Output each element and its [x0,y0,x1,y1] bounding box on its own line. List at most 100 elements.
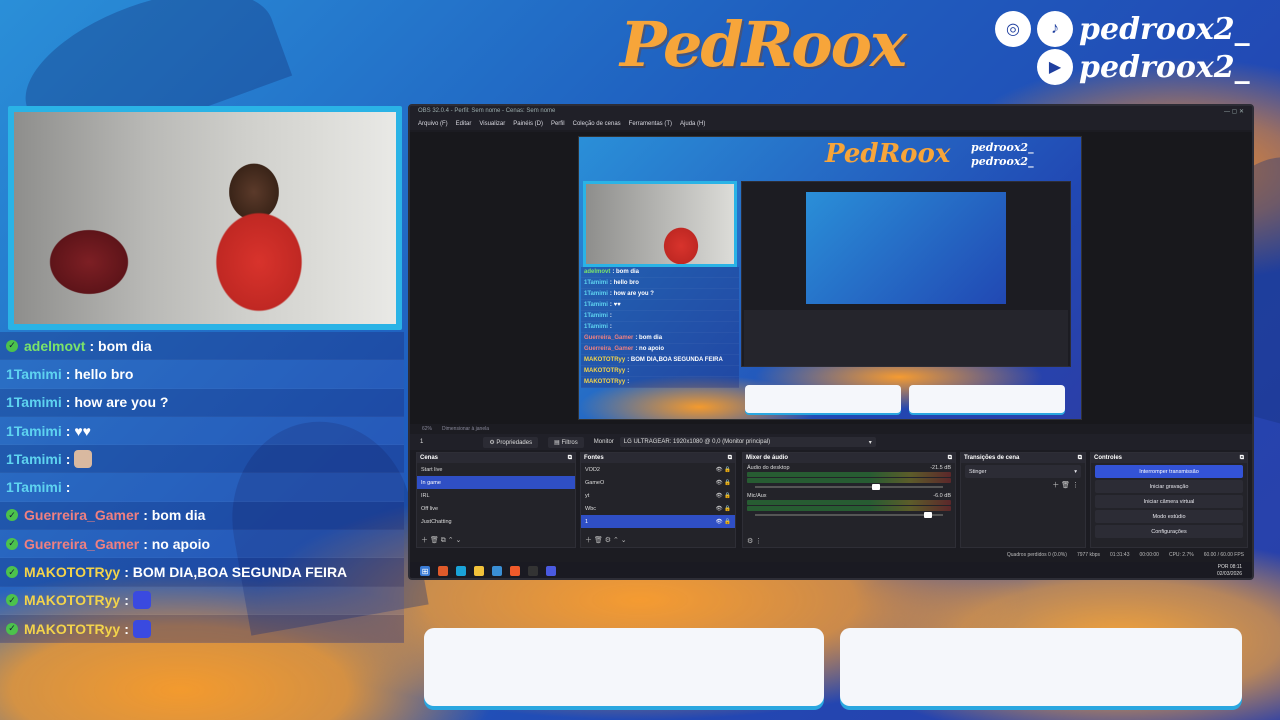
chat-text: : bom dia [143,507,206,524]
source-item[interactable]: GameO 👁 🔒 [581,476,735,489]
preview-chat-message: 1Tamimi: [581,311,739,322]
control-button[interactable]: Interromper transmissão [1095,465,1243,478]
preview-chat-username: 1Tamimi [584,291,608,297]
frames-dropped: Quadros perdidos 0 (0.0%) [1006,552,1067,558]
source-item[interactable]: VOD2 👁 🔒 [581,463,735,476]
zoom-level[interactable]: 62% [422,426,432,432]
obs-icon[interactable] [528,566,538,576]
scenes-toolbar[interactable]: ＋ 🗑 ⧉ ⌃ ⌄ [421,535,461,545]
properties-button[interactable]: ⚙ Propriedades [483,436,539,448]
preview-chat-username: 1Tamimi [584,280,608,286]
preview-chat-message: MAKOTOTRyy: BOM DIA,BOA SEGUNDA FEIRA [581,355,739,366]
verified-badge-icon: ✓ [6,622,18,635]
source-label: GameO [585,479,605,486]
control-button[interactable]: Configurações [1095,525,1243,538]
menu-item[interactable]: Ajuda (H) [680,121,705,127]
visibility-lock-icons[interactable]: 👁 🔒 [716,519,731,525]
instagram-icon: ◎ [995,11,1031,47]
emote-icon [74,449,93,468]
chat-text: : how are you ? [65,394,169,411]
chat-text: : [124,592,129,609]
volume-slider[interactable] [755,512,943,518]
social-row-1: ◎ ♪ pedroox2_ [995,10,1265,48]
visibility-lock-icons[interactable]: 👁 🔒 [716,493,731,499]
dock-menu-icon[interactable]: ⧉ [1240,455,1244,462]
chat-app-icon[interactable] [546,566,556,576]
menu-item[interactable]: Visualizar [479,121,505,127]
scene-item[interactable]: Start live [417,463,575,476]
chat-text: : no apoio [143,535,211,552]
control-button[interactable]: Iniciar gravação [1095,480,1243,493]
chat-message: 1Tamimi: hello bro [0,360,404,389]
volume-slider-knob[interactable] [924,512,933,518]
folder-icon[interactable] [474,566,484,576]
volume-slider-knob[interactable] [871,484,880,490]
visibility-lock-icons[interactable]: 👁 🔒 [716,480,731,486]
menu-item[interactable]: Editar [456,121,472,127]
visibility-lock-icons[interactable]: 👁 🔒 [716,506,731,512]
volume-meter [747,472,951,477]
obs-title: OBS 32.0.4 - Perfil: Sem nome - Cenas: S… [418,108,556,114]
sources-toolbar[interactable]: ＋ 🗑 ⚙ ⌃ ⌄ [585,535,627,545]
chat-username: Guerreira_Gamer [24,535,140,552]
controls-header: Controles ⧉ [1091,453,1247,463]
preview-chat-text: : bom dia [612,269,640,275]
scene-item[interactable]: IRL [417,489,575,502]
edge-icon[interactable] [456,566,466,576]
window-controls[interactable]: — ▢ ✕ [1224,108,1244,116]
dock-menu-icon[interactable]: ⧉ [1078,455,1082,462]
chat-text: : BOM DIA,BOA SEGUNDA FEIRA [124,564,348,581]
preview-chat-message: adelmovt: bom dia [581,267,739,278]
social-handle: pedroox2_ [1079,49,1250,85]
dock-menu-icon[interactable]: ⧉ [728,455,732,462]
controls-dock: Controles ⧉ Interromper transmissão Inicia… [1090,452,1248,548]
store-icon[interactable] [492,566,502,576]
chat-message: ✓ MAKOTOTRyy: [0,586,404,615]
obs-menu-bar: Arquivo (F) Editar Visualizar Painéis (D) Pe… [410,118,1252,130]
preview-chat-message: 1Tamimi: [581,322,739,333]
obs-preview-area[interactable]: PedRoox pedroox2_ pedroox2_ adelmovt: bo… [410,132,1252,424]
obs-statusbar: Quadros perdidos 0 (0.0%) 7977 kbps 01:3… [410,550,1252,560]
menu-item[interactable]: Arquivo (F) [418,121,448,127]
mixer-toolbar[interactable]: ⚙ ⋮ [747,537,762,545]
dock-menu-icon[interactable]: ⧉ [948,455,952,462]
volume-slider[interactable] [755,484,943,490]
obs-window[interactable]: OBS 32.0.4 - Perfil: Sem nome - Cenas: S… [408,104,1254,580]
preview-chat-message: 1Tamimi: how are you ? [581,289,739,300]
chat-username: 1Tamimi [6,422,62,439]
brave-icon[interactable] [510,566,520,576]
windows-start-icon[interactable]: ⊞ [420,566,430,576]
source-item[interactable]: Wbc 👁 🔒 [581,502,735,515]
controls-list: Interromper transmissão Iniciar gravação I… [1091,465,1247,538]
visibility-lock-icons[interactable]: 👁 🔒 [716,467,731,473]
menu-item[interactable]: Coleção de cenas [573,121,621,127]
dock-menu-icon[interactable]: ⧉ [568,455,572,462]
control-button[interactable]: Modo estúdio [1095,510,1243,523]
transition-select[interactable]: Stinger ▾ [965,465,1081,478]
menu-item[interactable]: Perfil [551,121,565,127]
scene-item[interactable]: JustChatting [417,515,575,528]
monitor-select[interactable]: LG ULTRAGEAR: 1920x1080 @ 0,0 (Monitor p… [619,437,876,447]
obs-preview[interactable]: PedRoox pedroox2_ pedroox2_ adelmovt: bo… [578,136,1082,420]
scene-label: JustChatting [421,518,452,525]
fit-label[interactable]: Dimensionar à janela [442,426,489,432]
source-toolbar: 1 ⚙ Propriedades ▤ Filtros Monitor LG UL… [410,434,1252,450]
system-tray[interactable]: POR 08:11 02/03/2026 [1217,564,1252,578]
menu-item[interactable]: Ferramentas (T) [629,121,672,127]
filters-button[interactable]: ▤ Filtros [548,436,584,448]
control-button[interactable]: Iniciar câmera virtual [1095,495,1243,508]
source-item[interactable]: yt 👁 🔒 [581,489,735,502]
scene-item[interactable]: In game [417,476,575,489]
youtube-icon: ▶ [1037,49,1073,85]
obs-docks: Cenas ⧉ Start live In game IRL Off live JustC… [410,452,1252,548]
chevron-down-icon: ▾ [1074,468,1077,475]
scenes-dock: Cenas ⧉ Start live In game IRL Off live JustC… [416,452,576,548]
transition-toolbar[interactable]: ＋ 🗑 ⋮ [961,480,1085,490]
app-icon[interactable] [438,566,448,576]
chevron-down-icon: ▾ [868,439,872,446]
tray-time: 08:11 [1229,564,1242,570]
menu-item[interactable]: Painéis (D) [513,121,543,127]
scene-item[interactable]: Off live [417,502,575,515]
chat-username: 1Tamimi [6,479,62,496]
source-item[interactable]: 1 👁 🔒 [581,515,735,528]
